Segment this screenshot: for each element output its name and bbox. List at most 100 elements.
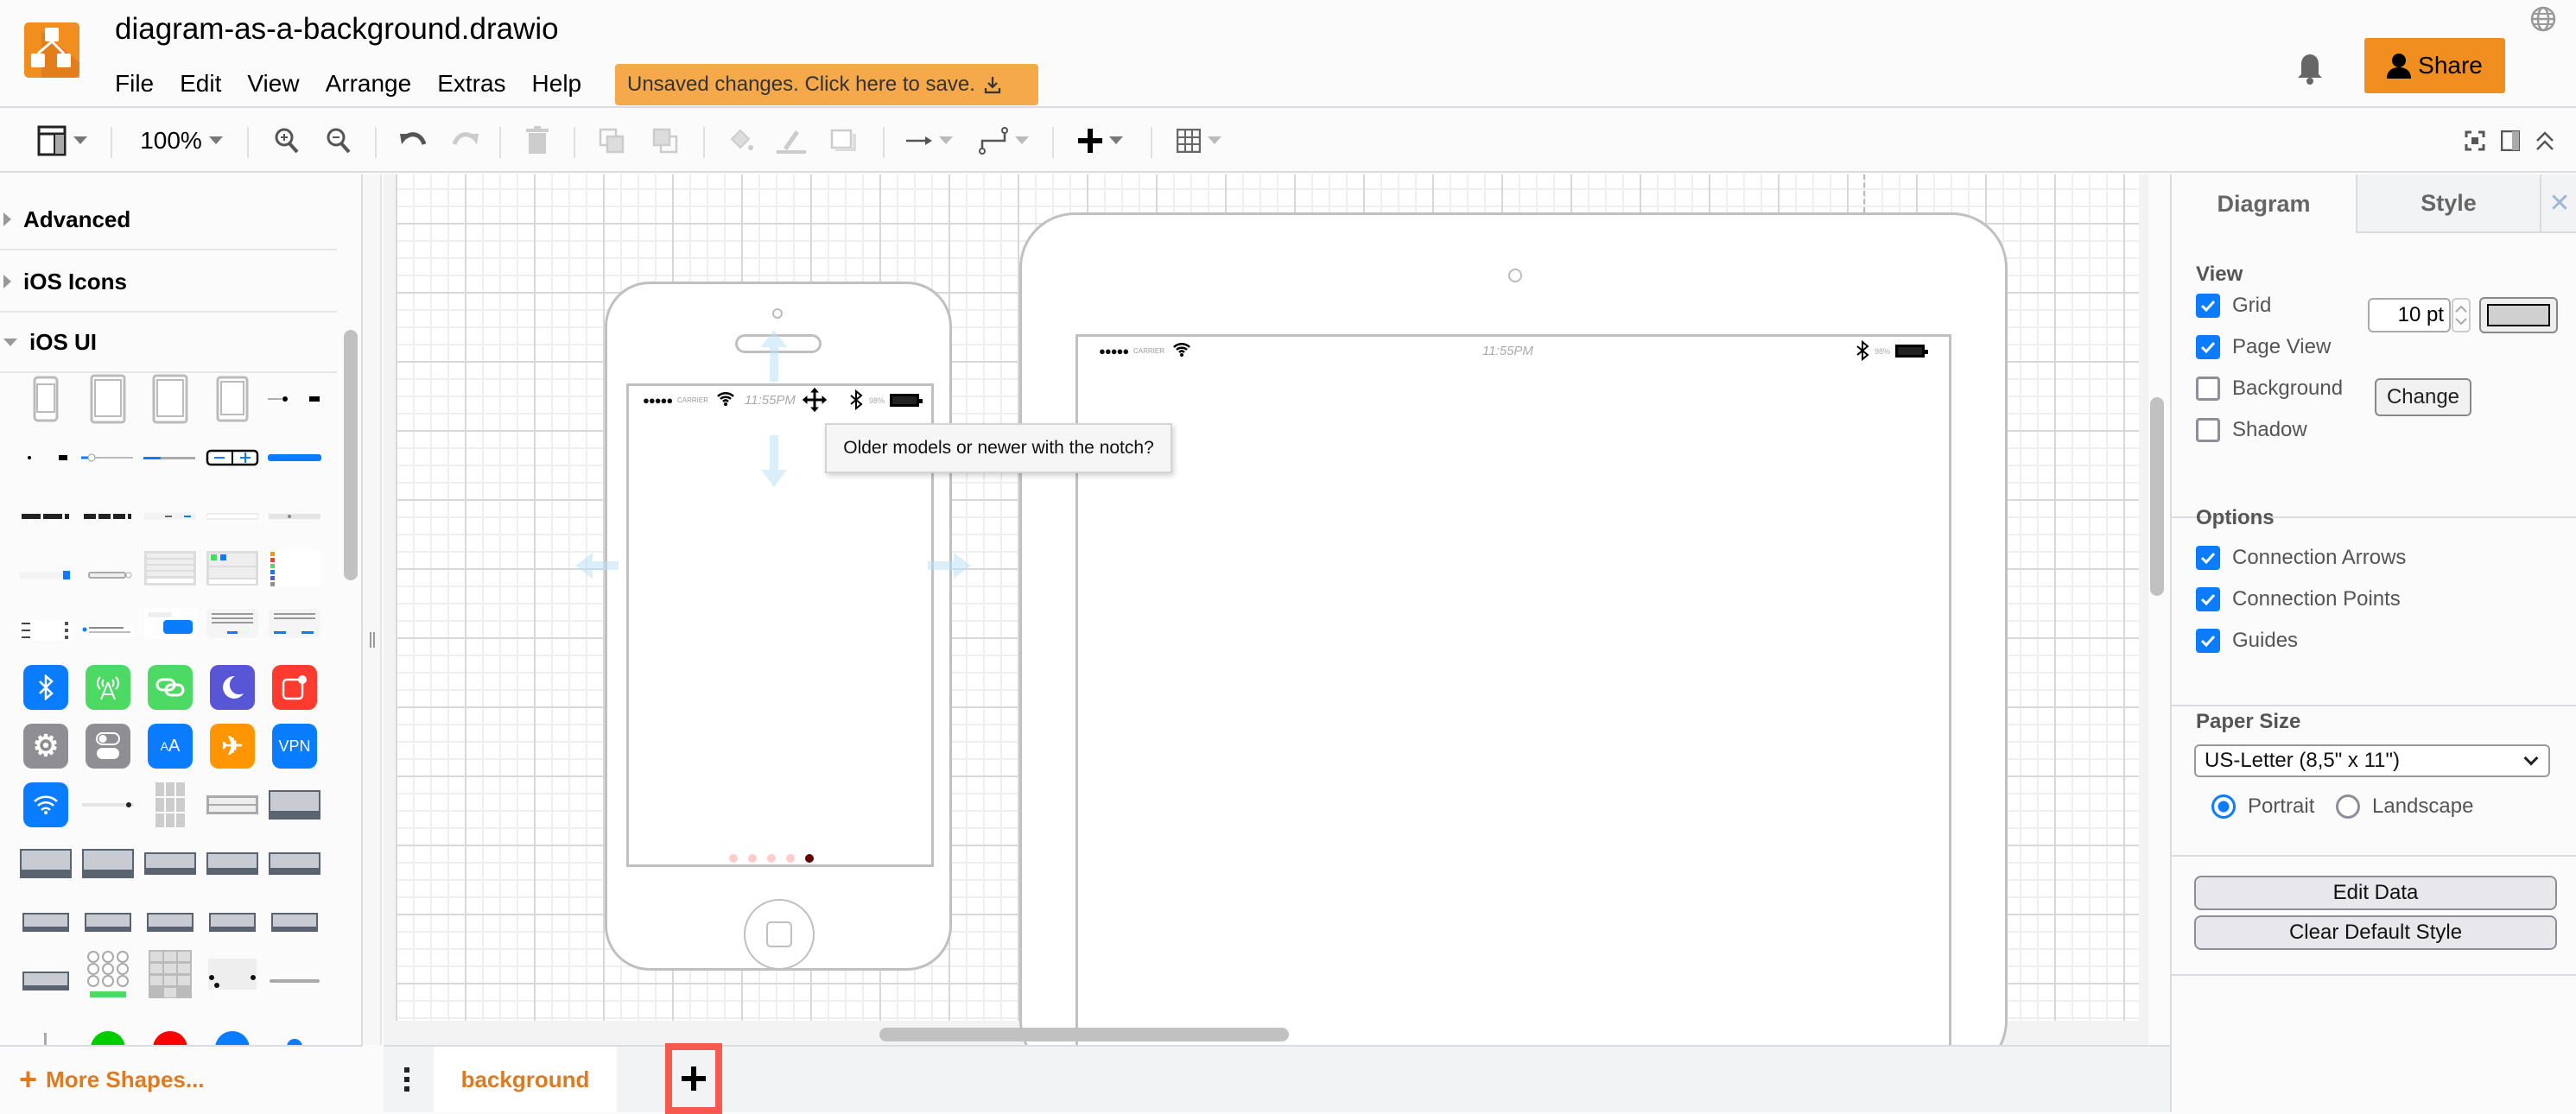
share-button[interactable]: Share — [2364, 38, 2505, 93]
vertical-scrollbar-thumb[interactable] — [2150, 397, 2164, 596]
table-dropdown[interactable] — [1168, 108, 1230, 173]
redo-button[interactable] — [447, 108, 485, 173]
shape-ipad-mini[interactable] — [206, 375, 259, 423]
change-background-button[interactable]: Change — [2375, 378, 2471, 416]
edit-data-button[interactable]: Edit Data — [2194, 876, 2557, 910]
portrait-radio[interactable]: Portrait — [2211, 794, 2314, 819]
shape-action-sheet[interactable] — [143, 544, 197, 592]
shape-green-circle[interactable] — [81, 1014, 135, 1045]
collapse-button[interactable] — [2529, 108, 2560, 173]
tab-diagram[interactable]: Diagram — [2172, 174, 2356, 233]
shape-wifi[interactable] — [19, 781, 73, 829]
delete-button[interactable] — [518, 108, 556, 173]
menu-file[interactable]: File — [115, 70, 154, 98]
connect-arrow-left-icon[interactable] — [575, 553, 619, 579]
page-view-checkbox[interactable]: Page View — [2196, 335, 2331, 359]
zoom-in-button[interactable] — [268, 108, 306, 173]
shadow-checkbox[interactable]: Shadow — [2196, 418, 2307, 442]
shape-keyboard-8[interactable] — [206, 898, 259, 946]
shadow-button[interactable] — [824, 108, 862, 173]
shape-keyboard-4[interactable] — [268, 839, 321, 888]
shape-partial-1[interactable] — [19, 1014, 73, 1045]
shape-settings-list[interactable] — [268, 544, 321, 592]
connection-arrows-checkbox[interactable]: Connection Arrows — [2196, 546, 2406, 570]
shape-iphone[interactable] — [19, 375, 73, 423]
menu-arrange[interactable]: Arrange — [326, 70, 412, 98]
grid-checkbox[interactable]: Grid — [2196, 294, 2271, 318]
shape-keyboard-light[interactable] — [206, 950, 259, 998]
shape-keyboard-3[interactable] — [206, 839, 259, 888]
shape-small-blue[interactable] — [268, 1014, 321, 1045]
shape-mail-item[interactable] — [81, 606, 135, 655]
sidebar-section-ios-ui[interactable]: iOS UI — [0, 313, 337, 373]
menu-extras[interactable]: Extras — [437, 70, 505, 98]
shape-text-field[interactable] — [81, 551, 135, 599]
shape-status-bar[interactable] — [268, 375, 321, 423]
shape-brightness-slider[interactable] — [81, 781, 135, 829]
line-color-button[interactable] — [772, 108, 810, 173]
shape-divider-line[interactable] — [268, 957, 321, 1005]
shape-search-bar[interactable] — [206, 492, 259, 541]
shape-keyboard[interactable] — [268, 781, 321, 829]
shape-status-bar-small[interactable] — [19, 434, 73, 482]
shape-keyboard-symbols[interactable] — [81, 839, 135, 888]
sidebar-scrollbar-thumb[interactable] — [344, 330, 358, 580]
waypoints-dropdown[interactable] — [973, 108, 1035, 173]
landscape-radio[interactable]: Landscape — [2336, 794, 2473, 819]
grid-size-stepper[interactable] — [2452, 298, 2471, 332]
ipad-shape[interactable]: ●●●●● CARRIER 11:55PM 98% — [1019, 212, 2008, 1045]
insert-dropdown[interactable] — [1069, 108, 1132, 173]
shape-ipad-pro[interactable] — [143, 374, 197, 424]
menu-help[interactable]: Help — [532, 70, 582, 98]
shape-numeric-keypad[interactable] — [143, 950, 197, 998]
shape-keyboard-2[interactable] — [143, 839, 197, 888]
sidebar-splitter[interactable] — [363, 174, 382, 1045]
document-title[interactable]: diagram-as-a-background.drawio — [115, 12, 559, 47]
connect-arrow-up-icon[interactable] — [761, 330, 787, 382]
page-tab-background[interactable]: background — [434, 1047, 617, 1112]
grid-size-input[interactable]: 10 pt — [2368, 298, 2451, 332]
shape-ipad[interactable] — [81, 374, 135, 424]
grid-color-swatch[interactable] — [2479, 297, 2558, 333]
shape-toolbar-dark-2[interactable] — [81, 492, 135, 541]
shape-slider[interactable] — [81, 434, 135, 482]
shape-settings[interactable]: ⚙ — [19, 722, 73, 770]
connection-points-checkbox[interactable]: Connection Points — [2196, 587, 2401, 611]
iphone-shape[interactable]: ●●●●● CARRIER 11:55PM 98% — [605, 282, 952, 971]
shape-text-size[interactable]: AA — [143, 722, 197, 770]
shape-airplane-mode[interactable]: ✈ — [206, 722, 259, 770]
shape-action-cancel[interactable] — [206, 781, 259, 829]
shape-search-bar-2[interactable] — [268, 492, 321, 541]
shape-red-circle[interactable] — [143, 1014, 197, 1045]
shape-keyboard-5[interactable] — [19, 898, 73, 946]
shape-phone-dialpad[interactable] — [81, 950, 135, 998]
shape-keyboard-7[interactable] — [143, 898, 197, 946]
connect-arrow-down-icon[interactable] — [761, 435, 787, 487]
close-icon[interactable]: ✕ — [2540, 174, 2576, 233]
to-front-button[interactable] — [593, 108, 631, 173]
clear-default-style-button[interactable]: Clear Default Style — [2194, 915, 2557, 950]
diagram-canvas[interactable]: ●●●●● CARRIER 11:55PM 98% ●●●●● CARRIER … — [384, 174, 2148, 1045]
drawio-logo-icon[interactable] — [24, 19, 79, 81]
shape-cellular-toggle[interactable] — [81, 663, 135, 712]
shape-share-sheet[interactable] — [206, 544, 259, 592]
shape-control-center[interactable] — [81, 722, 135, 770]
add-page-button[interactable] — [665, 1043, 722, 1114]
shape-progress-bar[interactable] — [143, 434, 197, 482]
shape-table-rows[interactable] — [19, 606, 73, 655]
zoom-level-dropdown[interactable]: 100% — [130, 108, 233, 173]
shape-toolbar-dark[interactable] — [19, 492, 73, 541]
shape-app-grid[interactable] — [143, 781, 197, 829]
sidebar-section-ios-icons[interactable]: iOS Icons — [0, 252, 337, 313]
shape-do-not-disturb[interactable] — [206, 663, 259, 712]
horizontal-scrollbar-thumb[interactable] — [879, 1028, 1289, 1041]
paper-size-select[interactable]: US-Letter (8,5" x 11") — [2194, 744, 2550, 777]
shape-bluetooth-toggle[interactable] — [19, 663, 73, 712]
menu-edit[interactable]: Edit — [180, 70, 221, 98]
fill-color-button[interactable] — [722, 108, 760, 173]
background-checkbox[interactable]: Background — [2196, 377, 2343, 401]
shape-notifications[interactable] — [268, 663, 321, 712]
shape-keyboard-9[interactable] — [268, 898, 321, 946]
pages-menu-button[interactable] — [384, 1047, 430, 1112]
shape-personal-hotspot[interactable] — [143, 663, 197, 712]
